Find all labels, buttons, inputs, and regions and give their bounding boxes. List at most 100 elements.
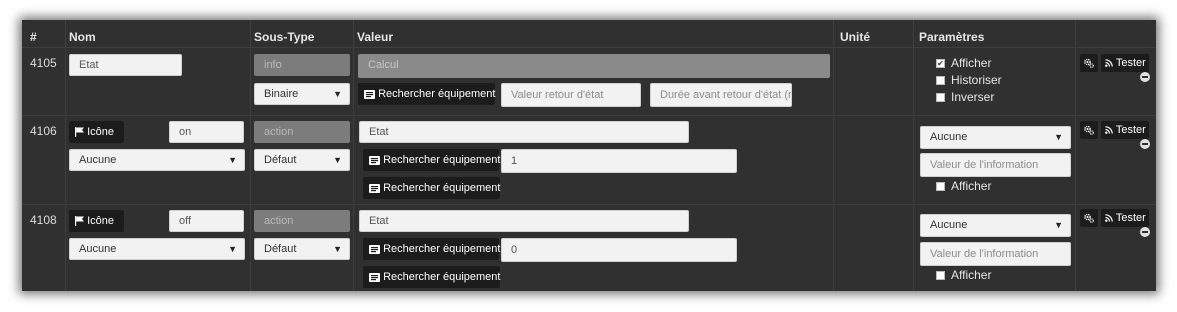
header-unit[interactable]: Unité	[840, 30, 870, 44]
rss-icon	[1105, 214, 1113, 222]
configure-button[interactable]	[1080, 121, 1098, 139]
row-id: 4106	[30, 124, 57, 138]
subtype-select-value: Binaire	[264, 88, 299, 100]
icon-button[interactable]: Icône	[69, 210, 124, 232]
row-id: 4108	[30, 213, 57, 227]
id-card-icon	[369, 244, 380, 254]
tester-label: Tester	[1115, 212, 1146, 224]
checkmark-icon: ✔	[937, 59, 944, 68]
header-subtype[interactable]: Sous-Type	[254, 30, 314, 44]
return-delay-input[interactable]: Durée avant retour d'état (r	[650, 83, 792, 107]
name-input[interactable]: off	[169, 210, 244, 232]
rss-icon	[1105, 126, 1113, 134]
gears-icon	[1084, 125, 1094, 135]
param-select[interactable]: Aucune ▼	[920, 126, 1071, 149]
tester-button[interactable]: Tester	[1101, 209, 1149, 227]
search-equipment-button[interactable]: Rechercher équipement	[358, 83, 495, 105]
search-equipment-label: Rechercher équipement	[383, 243, 501, 255]
configure-button[interactable]	[1080, 209, 1098, 227]
row-divider	[22, 47, 1156, 48]
tester-label: Tester	[1115, 57, 1146, 69]
id-card-icon	[369, 183, 380, 193]
value2-input[interactable]: 0	[501, 238, 737, 262]
icon-button-label: Icône	[87, 215, 114, 227]
afficher-label: Afficher	[951, 268, 992, 282]
value-input[interactable]: Etat	[359, 210, 689, 232]
value-input[interactable]: Etat	[359, 121, 689, 143]
type-field: action	[254, 210, 350, 232]
column-divider	[833, 20, 834, 291]
type-field: action	[254, 121, 350, 143]
commands-table: # Nom Sous-Type Valeur Unité Paramètres …	[22, 20, 1156, 291]
minus-circle-icon[interactable]	[1140, 227, 1150, 237]
name-input[interactable]: on	[169, 121, 244, 143]
column-divider	[250, 20, 251, 291]
column-divider	[65, 20, 66, 291]
search-equipment-button[interactable]: Rechercher équipement	[363, 238, 501, 260]
row-id: 4105	[30, 56, 57, 70]
id-card-icon	[364, 89, 375, 99]
caret-down-icon: ▼	[1054, 132, 1063, 142]
search-equipment-button[interactable]: Rechercher équipement	[363, 177, 500, 199]
caret-down-icon: ▼	[333, 155, 342, 165]
param-select[interactable]: Aucune ▼	[920, 214, 1071, 237]
id-card-icon	[369, 272, 380, 282]
flag-icon	[75, 216, 84, 227]
icon-select-value: Aucune	[79, 243, 117, 255]
tester-button[interactable]: Tester	[1101, 121, 1149, 139]
minus-circle-icon[interactable]	[1140, 72, 1150, 82]
tester-button[interactable]: Tester	[1101, 54, 1149, 72]
gears-icon	[1084, 58, 1094, 68]
search-equipment-label: Rechercher équipement	[383, 154, 501, 166]
search-equipment-label: Rechercher équipement	[378, 88, 496, 100]
configure-button[interactable]	[1080, 54, 1098, 72]
afficher-checkbox[interactable]: ✔	[936, 59, 945, 68]
tester-label: Tester	[1115, 124, 1146, 136]
minus-circle-icon[interactable]	[1140, 139, 1150, 149]
caret-down-icon: ▼	[333, 244, 342, 254]
calc-textarea[interactable]: Calcul	[358, 54, 830, 78]
afficher-checkbox[interactable]	[936, 182, 945, 191]
info-value-input[interactable]: Valeur de l'information	[920, 153, 1071, 177]
afficher-label: Afficher	[951, 179, 992, 193]
historiser-label: Historiser	[951, 73, 1002, 87]
param-select-value: Aucune	[930, 219, 968, 231]
return-state-input[interactable]: Valeur retour d'état	[501, 83, 641, 107]
subtype-select[interactable]: Binaire ▼	[254, 83, 350, 105]
afficher-label: Afficher	[951, 56, 992, 70]
icon-button[interactable]: Icône	[69, 121, 124, 143]
caret-down-icon: ▼	[333, 89, 342, 99]
gears-icon	[1084, 213, 1094, 223]
inverser-checkbox[interactable]	[936, 93, 945, 102]
column-divider	[1075, 20, 1076, 291]
afficher-checkbox[interactable]	[936, 271, 945, 280]
rss-icon	[1105, 59, 1113, 67]
search-equipment-button[interactable]: Rechercher équipement	[363, 149, 501, 171]
icon-select-value: Aucune	[79, 154, 117, 166]
subtype-select[interactable]: Défaut ▼	[254, 149, 350, 171]
header-name[interactable]: Nom	[69, 30, 96, 44]
caret-down-icon: ▼	[1054, 220, 1063, 230]
row-divider	[22, 204, 1156, 205]
subtype-select-value: Défaut	[264, 243, 297, 255]
param-select-value: Aucune	[930, 131, 968, 143]
flag-icon	[75, 127, 84, 138]
historiser-checkbox[interactable]	[936, 76, 945, 85]
column-divider	[353, 20, 354, 291]
value2-input[interactable]: 1	[501, 149, 737, 173]
search-equipment-button[interactable]: Rechercher équipement	[363, 266, 500, 288]
column-divider	[913, 20, 914, 291]
name-input[interactable]: Etat	[69, 54, 182, 76]
header-value[interactable]: Valeur	[357, 30, 393, 44]
header-params[interactable]: Paramètres	[919, 30, 984, 44]
search-equipment-label: Rechercher équipement	[383, 271, 501, 283]
info-value-input[interactable]: Valeur de l'information	[920, 242, 1071, 266]
id-card-icon	[369, 155, 380, 165]
caret-down-icon: ▼	[228, 244, 237, 254]
icon-select[interactable]: Aucune ▼	[69, 149, 245, 171]
type-field: info	[254, 54, 350, 76]
header-id: #	[30, 30, 37, 44]
icon-select[interactable]: Aucune ▼	[69, 238, 245, 260]
subtype-select[interactable]: Défaut ▼	[254, 238, 350, 260]
subtype-select-value: Défaut	[264, 154, 297, 166]
